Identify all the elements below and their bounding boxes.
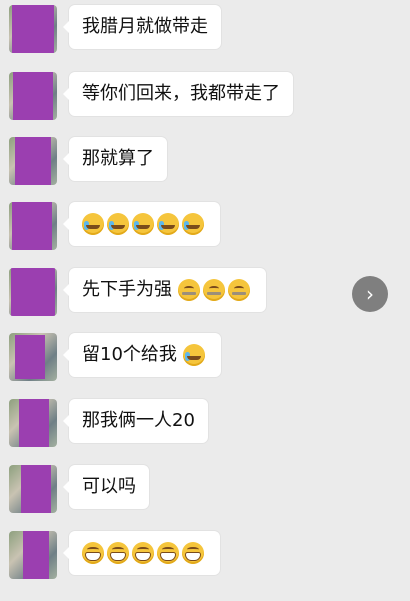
zipper-mouth-emoji [202, 279, 225, 301]
grin-emoji [132, 542, 154, 564]
avatar[interactable] [9, 399, 57, 447]
cry-laugh-emoji [132, 213, 154, 235]
avatar[interactable] [9, 531, 57, 579]
avatar-redaction [21, 465, 51, 513]
cry-laugh-emoji [182, 344, 205, 366]
avatar[interactable] [9, 268, 57, 316]
message-bubble[interactable] [63, 202, 220, 246]
avatar[interactable] [9, 137, 57, 185]
zipper-mouth-emoji [177, 279, 200, 301]
zipper-mouth-emoji [227, 279, 250, 301]
avatar-redaction [12, 202, 52, 250]
avatar[interactable] [9, 202, 57, 250]
message-bubble[interactable]: 那就算了 [63, 137, 167, 181]
chevron-right-icon[interactable]: › [352, 276, 388, 312]
grin-emoji [82, 542, 104, 564]
message-bubble[interactable]: 那我俩一人20 [63, 399, 208, 443]
cry-laugh-emoji [182, 213, 204, 235]
cry-laugh-emoji [157, 213, 179, 235]
avatar[interactable] [9, 465, 57, 513]
avatar-redaction [11, 268, 55, 316]
avatar[interactable] [9, 72, 57, 120]
avatar[interactable] [9, 333, 57, 381]
grin-emoji [182, 542, 204, 564]
message-text: 那我俩一人20 [82, 410, 195, 431]
message-bubble[interactable]: 我腊月就做带走 [63, 5, 221, 49]
grin-emoji [157, 542, 179, 564]
avatar[interactable] [9, 5, 57, 53]
message-bubble[interactable]: 先下手为强 [63, 268, 266, 312]
message-text: 可以吗 [82, 476, 136, 497]
avatar-redaction [15, 335, 45, 379]
message-text: 我腊月就做带走 [82, 16, 208, 37]
avatar-redaction [12, 5, 54, 53]
avatar-redaction [15, 137, 51, 185]
grin-emoji [107, 542, 129, 564]
message-text: 等你们回来，我都带走了 [82, 83, 280, 104]
message-text: 先下手为强 [82, 279, 172, 300]
cry-laugh-emoji [107, 213, 129, 235]
avatar-redaction [19, 399, 49, 447]
message-bubble[interactable]: 留10个给我 [63, 333, 221, 377]
message-bubble[interactable] [63, 531, 220, 575]
cry-laugh-emoji [82, 213, 104, 235]
message-text: 留10个给我 [82, 344, 177, 365]
avatar-redaction [13, 72, 53, 120]
message-bubble[interactable]: 等你们回来，我都带走了 [63, 72, 293, 116]
message-bubble[interactable]: 可以吗 [63, 465, 149, 509]
avatar-redaction [23, 531, 49, 579]
message-text: 那就算了 [82, 148, 154, 169]
